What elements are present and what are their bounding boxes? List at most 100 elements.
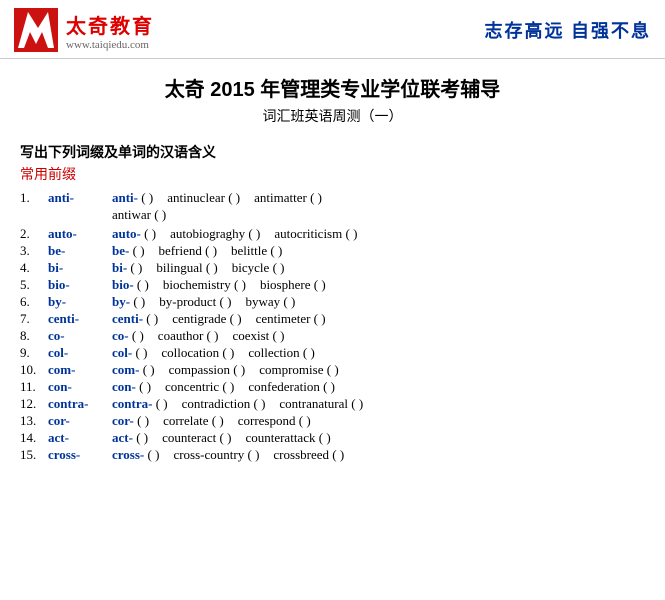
word-group: bilingual ( )	[156, 260, 217, 276]
word-group: contranatural ( )	[279, 396, 363, 412]
word-label: antiwar	[112, 207, 151, 222]
word-label: confederation	[248, 379, 319, 394]
words-area: com- ( )compassion ( )compromise ( )	[112, 362, 645, 378]
table-row: 12.contra-contra- ( )contradiction ( )co…	[20, 396, 645, 412]
open-paren: (	[219, 379, 230, 394]
word-group: crossbreed ( )	[273, 447, 344, 463]
close-paren: )	[291, 294, 295, 309]
row-number: 4.	[20, 260, 48, 276]
words-area: by- ( )by-product ( )byway ( )	[112, 294, 645, 310]
word-group: antiwar ( )	[112, 207, 166, 223]
word-list: 1.anti-anti- ( )antinuclear ( )antimatte…	[20, 190, 645, 463]
word-group: counteract ( )	[162, 430, 231, 446]
close-paren: )	[145, 413, 149, 428]
word-label: befriend	[159, 243, 202, 258]
word-group: com- ( )	[112, 362, 155, 378]
open-paren: (	[209, 413, 220, 428]
word-group: antimatter ( )	[254, 190, 322, 206]
word-label: centi-	[112, 311, 143, 326]
word-group: auto- ( )	[112, 226, 156, 242]
table-row: 13.cor-cor- ( )correlate ( )correspond (…	[20, 413, 645, 429]
close-paren: )	[306, 413, 310, 428]
close-paren: )	[155, 447, 159, 462]
open-paren: (	[250, 396, 261, 411]
open-paren: (	[203, 260, 214, 275]
word-label: biosphere	[260, 277, 311, 292]
word-group: cross- ( )	[112, 447, 159, 463]
word-label: auto-	[112, 226, 141, 241]
close-paren: )	[310, 345, 314, 360]
open-paren: (	[300, 345, 311, 360]
word-label: correspond	[238, 413, 296, 428]
logo-area: 太奇教育 www.taiqiedu.com	[14, 8, 154, 52]
close-paren: )	[255, 447, 259, 462]
table-row: 14.act-act- ( )counteract ( )counteratta…	[20, 430, 645, 446]
word-label: coexist	[232, 328, 269, 343]
word-label: compromise	[259, 362, 323, 377]
logo-icon	[14, 8, 58, 52]
row-number: 14.	[20, 430, 48, 446]
content: 写出下列词缀及单词的汉语含义 常用前缀 1.anti-anti- ( )anti…	[0, 132, 665, 474]
row-number: 6.	[20, 294, 48, 310]
word-group: by- ( )	[112, 294, 145, 310]
prefix-label: by-	[48, 294, 112, 310]
word-label: correlate	[163, 413, 208, 428]
word-group: bio- ( )	[112, 277, 149, 293]
close-paren: )	[359, 396, 363, 411]
word-group: confederation ( )	[248, 379, 335, 395]
close-paren: )	[321, 311, 325, 326]
word-group: collection ( )	[248, 345, 314, 361]
table-row: 1.anti-anti- ( )antinuclear ( )antimatte…	[20, 190, 645, 206]
word-label: belittle	[231, 243, 267, 258]
close-paren: )	[219, 413, 223, 428]
word-group: con- ( )	[112, 379, 151, 395]
close-paren: )	[353, 226, 357, 241]
close-paren: )	[256, 226, 260, 241]
word-group: bicycle ( )	[232, 260, 285, 276]
word-label: antimatter	[254, 190, 307, 205]
table-row: 4.bi-bi- ( )bilingual ( )bicycle ( )	[20, 260, 645, 276]
close-paren: )	[278, 243, 282, 258]
row-number: 10.	[20, 362, 48, 378]
word-group: coexist ( )	[232, 328, 284, 344]
close-paren: )	[280, 328, 284, 343]
word-group: cor- ( )	[112, 413, 149, 429]
words-area: contra- ( )contradiction ( )contranatura…	[112, 396, 645, 412]
open-paren: (	[143, 311, 154, 326]
table-row: 8.co-co- ( )coauthor ( )coexist ( )	[20, 328, 645, 344]
open-paren: (	[216, 430, 227, 445]
row-number: 13.	[20, 413, 48, 429]
close-paren: )	[237, 311, 241, 326]
word-group: autobiograghy ( )	[170, 226, 260, 242]
word-group: centigrade ( )	[172, 311, 241, 327]
sub-title: 词汇班英语周测（一）	[0, 106, 665, 126]
open-paren: (	[139, 362, 150, 377]
row-number: 3.	[20, 243, 48, 259]
word-group: befriend ( )	[159, 243, 218, 259]
prefix-label: be-	[48, 243, 112, 259]
open-paren: (	[134, 277, 145, 292]
close-paren: )	[321, 277, 325, 292]
word-group: correspond ( )	[238, 413, 311, 429]
open-paren: (	[216, 294, 227, 309]
word-group: contradiction ( )	[182, 396, 266, 412]
word-group: compromise ( )	[259, 362, 338, 378]
prefix-label: bio-	[48, 277, 112, 293]
word-label: cross-country	[173, 447, 244, 462]
logo-name: 太奇教育	[66, 10, 154, 39]
word-group: counterattack ( )	[245, 430, 330, 446]
close-paren: )	[213, 243, 217, 258]
word-group: anti- ( )	[112, 190, 153, 206]
table-row: 10.com-com- ( )compassion ( )compromise …	[20, 362, 645, 378]
row-number: 8.	[20, 328, 48, 344]
word-label: autobiograghy	[170, 226, 245, 241]
word-label: by-product	[159, 294, 216, 309]
open-paren: (	[320, 379, 331, 394]
word-group: antinuclear ( )	[167, 190, 240, 206]
word-label: centigrade	[172, 311, 226, 326]
row-number: 15.	[20, 447, 48, 463]
open-paren: (	[129, 328, 140, 343]
open-paren: (	[342, 226, 353, 241]
open-paren: (	[132, 345, 143, 360]
prefix-label: co-	[48, 328, 112, 344]
